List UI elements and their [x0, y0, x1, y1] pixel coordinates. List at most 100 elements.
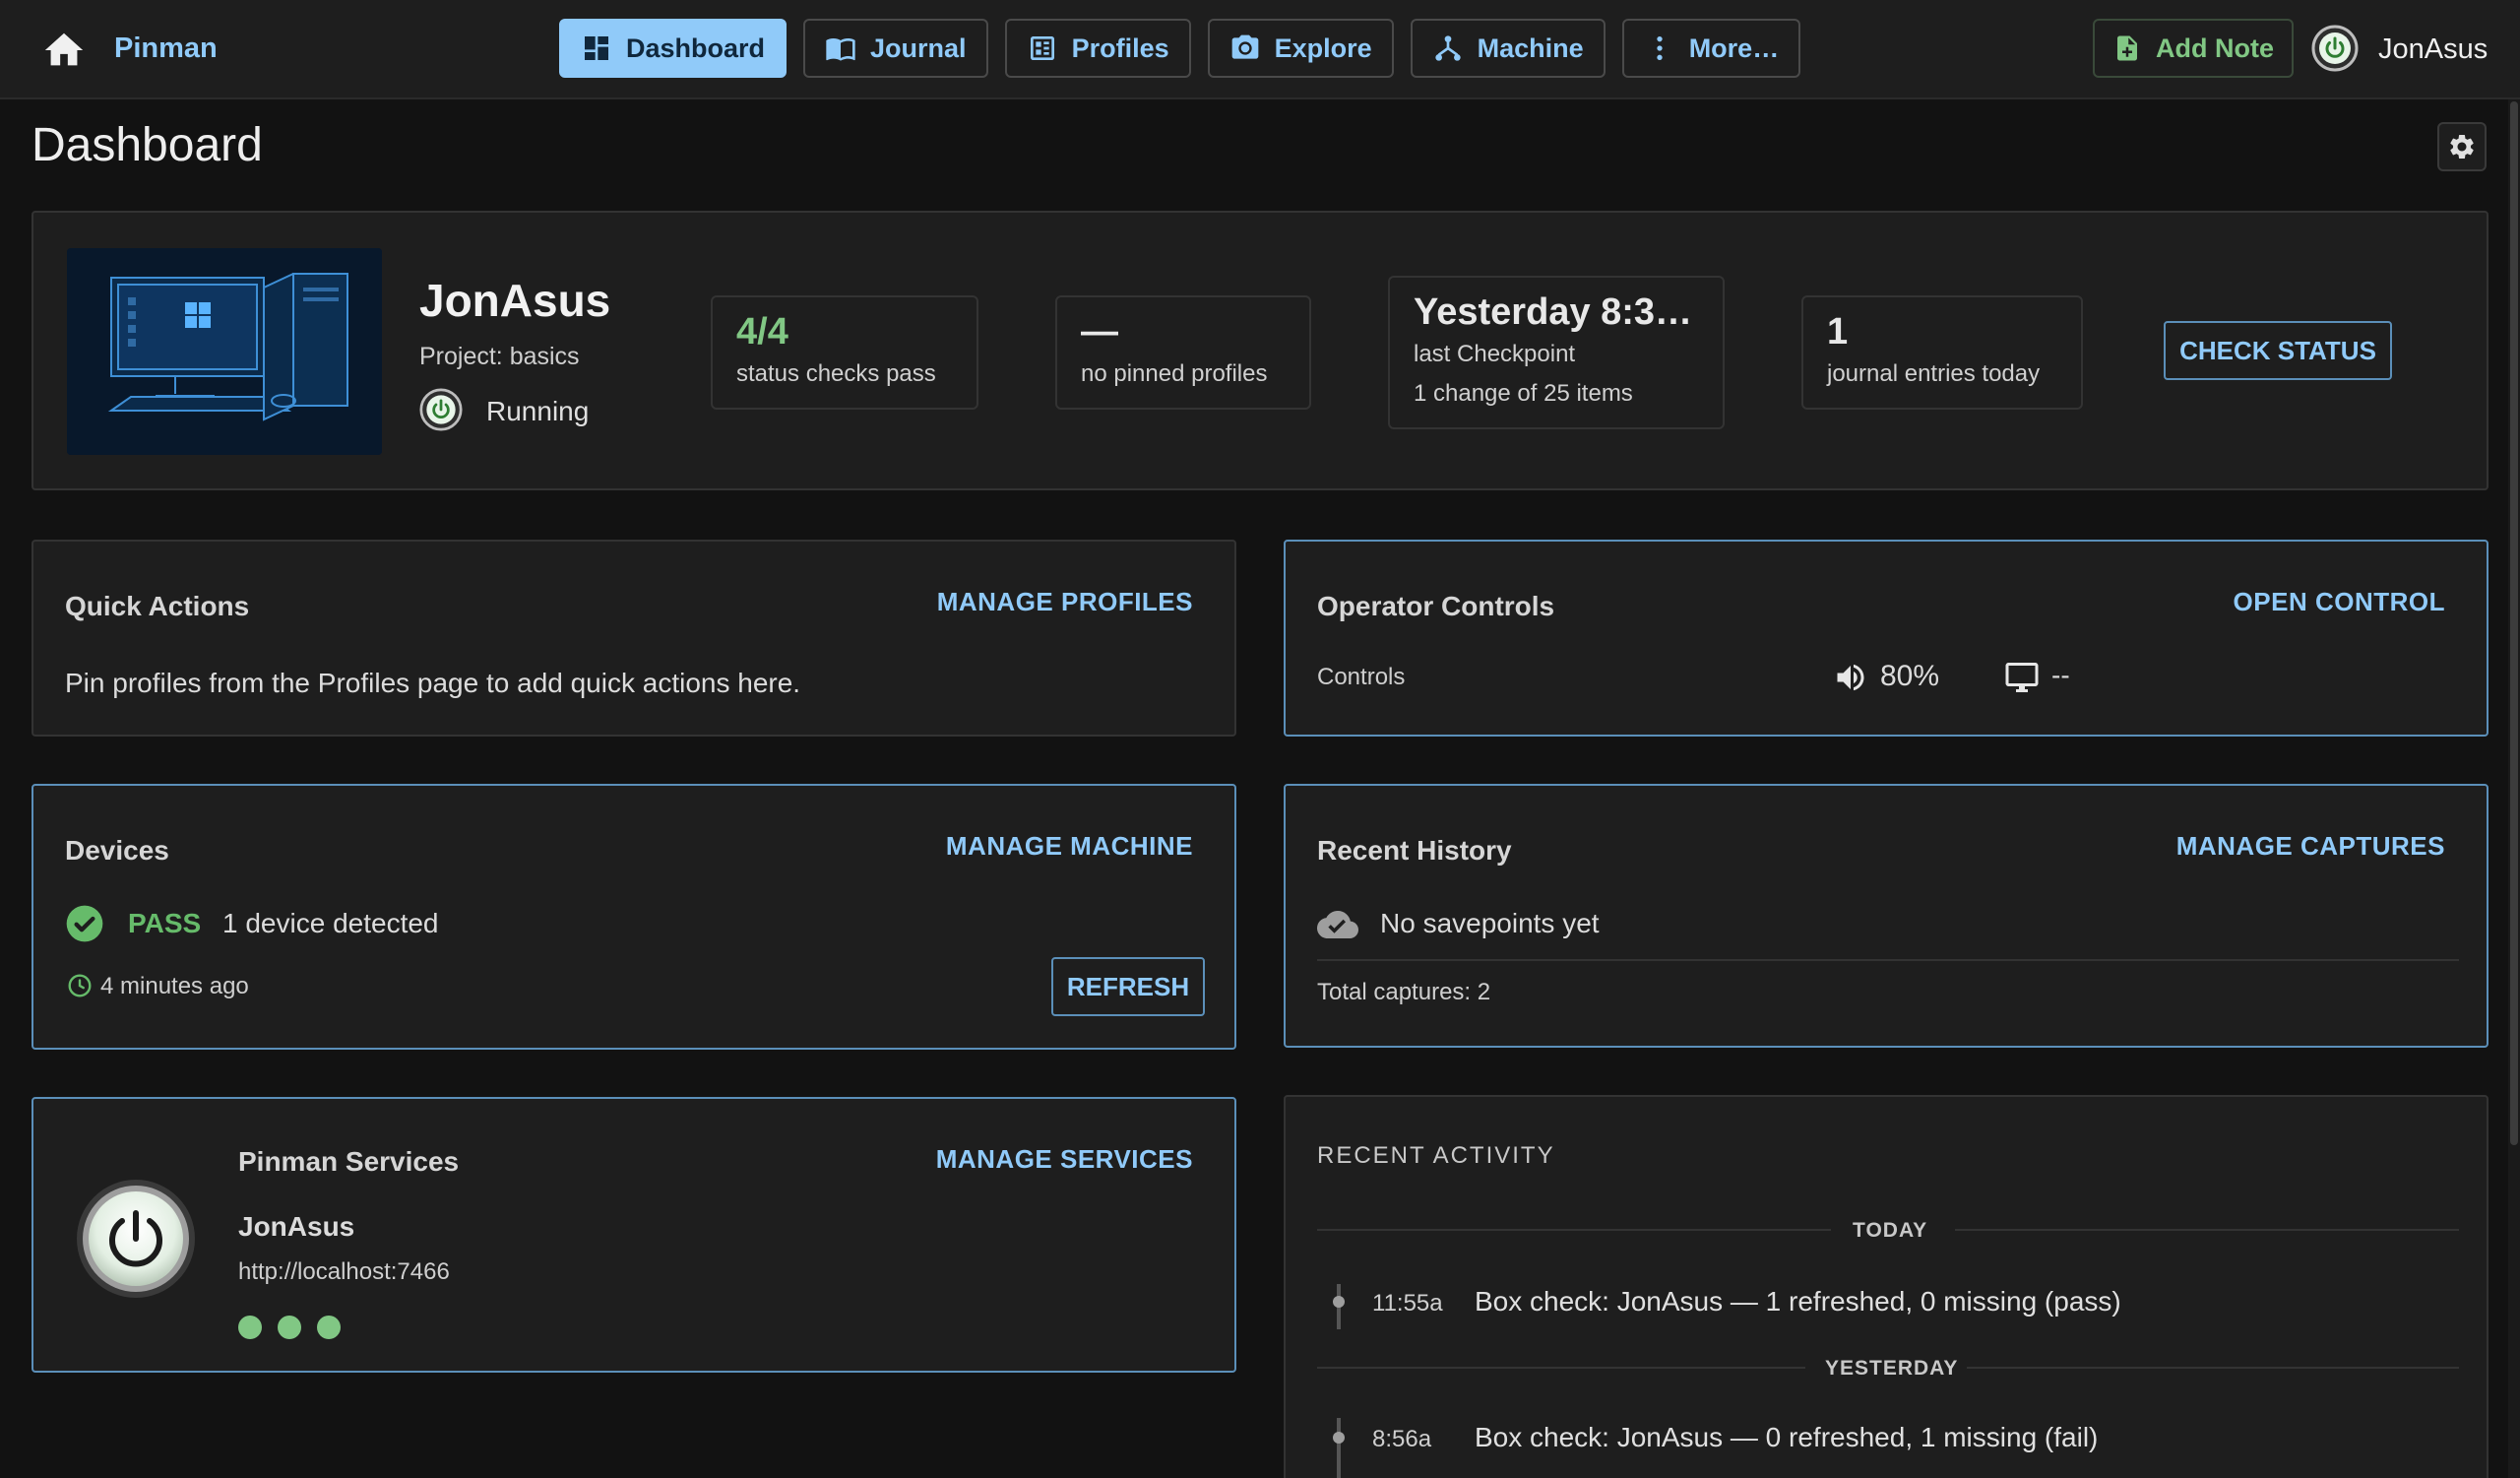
devices-time: 4 minutes ago — [100, 973, 249, 999]
home-icon[interactable] — [41, 28, 87, 73]
power-status-icon — [419, 388, 463, 431]
cloud-done-icon — [1317, 911, 1358, 938]
service-url: http://localhost:7466 — [238, 1258, 450, 1285]
app-brand[interactable]: Pinman — [114, 32, 218, 65]
recent-history-card: Recent History MANAGE CAPTURES No savepo… — [1284, 784, 2488, 1048]
timeline-day-label: TODAY — [1853, 1219, 1928, 1242]
volume-value: 80% — [1880, 660, 1940, 692]
nav-journal-label: Journal — [870, 32, 967, 63]
add-note-button[interactable]: Add Note — [2093, 19, 2294, 78]
divider — [1317, 1367, 1805, 1369]
quick-actions-empty-text: Pin profiles from the Profiles page to a… — [65, 668, 801, 698]
timeline-day-label: YESTERDAY — [1825, 1357, 1959, 1380]
nav-explore-label: Explore — [1274, 32, 1372, 63]
power-button-icon[interactable] — [73, 1176, 199, 1302]
stat-value: — — [1081, 311, 1118, 353]
nav-machine-label: Machine — [1477, 32, 1584, 63]
note-add-icon — [2117, 35, 2137, 61]
power-status-icon[interactable] — [2311, 25, 2359, 72]
camera-icon — [1231, 34, 1258, 59]
stat-label: last Checkpoint — [1414, 341, 1576, 367]
nav-explore-button[interactable]: Explore — [1207, 19, 1394, 78]
activity-time: 11:55a — [1372, 1290, 1443, 1317]
settings-button[interactable] — [2437, 122, 2487, 171]
stat-value: 1 — [1827, 311, 1849, 353]
manage-machine-link[interactable]: MANAGE MACHINE — [946, 831, 1193, 862]
devices-status: PASS — [128, 908, 202, 938]
gear-icon — [2450, 135, 2474, 159]
timeline-dot — [1333, 1432, 1345, 1444]
total-captures: Total captures: 2 — [1317, 979, 1491, 1005]
main-nav: Dashboard Journal Profiles Explore Machi… — [559, 19, 1801, 78]
machine-project: Project: basics — [419, 343, 580, 370]
nav-dashboard-button[interactable]: Dashboard — [559, 19, 788, 78]
history-empty-text: No savepoints yet — [1380, 908, 1600, 938]
page-title: Dashboard — [32, 119, 263, 171]
check-status-button[interactable]: CHECK STATUS — [2164, 321, 2392, 380]
add-note-label: Add Note — [2156, 32, 2274, 63]
activity-text[interactable]: Box check: JonAsus — 1 refreshed, 0 miss… — [1475, 1286, 2121, 1317]
machine-name: JonAsus — [419, 275, 611, 326]
stat-journal-entries[interactable]: 1 journal entries today — [1801, 295, 2083, 410]
refresh-button[interactable]: REFRESH — [1051, 957, 1205, 1016]
volume-icon[interactable] — [1833, 660, 1868, 695]
stat-value: Yesterday 8:3… — [1414, 291, 1693, 333]
computer-image — [67, 248, 382, 455]
more-vertical-icon — [1657, 36, 1663, 60]
machine-summary-card: JonAsus Project: basics Running 4/4 stat… — [32, 211, 2488, 490]
computer-illustration — [67, 248, 382, 455]
card-title: Recent History — [1317, 835, 1512, 866]
card-title: Pinman Services — [238, 1146, 460, 1177]
activity-text[interactable]: Box check: JonAsus — 0 refreshed, 1 miss… — [1475, 1422, 2098, 1453]
devices-detail: 1 device detected — [222, 908, 439, 938]
book-icon — [826, 38, 855, 61]
nav-more-label: More… — [1688, 32, 1780, 63]
divider — [1317, 1229, 1831, 1231]
nav-machine-button[interactable]: Machine — [1410, 19, 1606, 78]
nav-more-button[interactable]: More… — [1621, 19, 1801, 78]
divider — [1317, 959, 2459, 961]
service-status-dot — [317, 1316, 341, 1339]
open-control-link[interactable]: OPEN CONTROL — [2234, 587, 2445, 617]
stat-pinned-profiles[interactable]: — no pinned profiles — [1055, 295, 1311, 410]
scrollbar-thumb[interactable] — [2510, 101, 2518, 1145]
stat-status-checks[interactable]: 4/4 status checks pass — [711, 295, 978, 410]
stat-sublabel: 1 change of 25 items — [1414, 380, 1633, 407]
devices-card: Devices MANAGE MACHINE PASS 1 device det… — [32, 784, 1236, 1050]
profile-list-icon — [1030, 36, 1054, 60]
manage-profiles-link[interactable]: MANAGE PROFILES — [937, 587, 1193, 617]
activity-time: 8:56a — [1372, 1426, 1432, 1452]
services-card: Pinman Services MANAGE SERVICES JonAsus … — [32, 1097, 1236, 1373]
clock-icon — [68, 974, 92, 997]
service-status-dot — [238, 1316, 262, 1339]
check-circle-icon — [66, 905, 103, 942]
stat-label: no pinned profiles — [1081, 360, 1268, 387]
user-menu[interactable]: JonAsus — [2378, 33, 2488, 66]
timeline-line — [1337, 1418, 1341, 1478]
stat-label: journal entries today — [1827, 360, 2041, 387]
monitor-icon[interactable] — [2004, 660, 2040, 695]
stat-value: 4/4 — [736, 311, 788, 353]
nav-journal-button[interactable]: Journal — [803, 19, 988, 78]
divider — [1967, 1367, 2459, 1369]
quick-actions-card: Quick Actions MANAGE PROFILES Pin profil… — [32, 540, 1236, 737]
divider — [1955, 1229, 2459, 1231]
service-status-dot — [278, 1316, 301, 1339]
manage-services-link[interactable]: MANAGE SERVICES — [936, 1144, 1193, 1175]
card-title: Quick Actions — [65, 591, 250, 621]
card-title: Devices — [65, 835, 169, 866]
display-value: -- — [2051, 660, 2070, 690]
timeline-dot — [1333, 1296, 1345, 1308]
machine-state: Running — [486, 396, 590, 426]
manage-captures-link[interactable]: MANAGE CAPTURES — [2176, 831, 2445, 862]
nav-dashboard-label: Dashboard — [626, 32, 766, 63]
card-title: RECENT ACTIVITY — [1317, 1142, 1555, 1169]
dashboard-icon — [585, 36, 608, 60]
card-title: Operator Controls — [1317, 591, 1555, 621]
operator-controls-card: Operator Controls OPEN CONTROL Controls … — [1284, 540, 2488, 737]
controls-label: Controls — [1317, 664, 1406, 690]
stat-last-checkpoint[interactable]: Yesterday 8:3… last Checkpoint 1 change … — [1388, 276, 1725, 429]
nav-profiles-button[interactable]: Profiles — [1004, 19, 1191, 78]
network-icon — [1434, 35, 1461, 61]
top-app-bar: Pinman Dashboard Journal Profiles Explor… — [0, 0, 2520, 99]
